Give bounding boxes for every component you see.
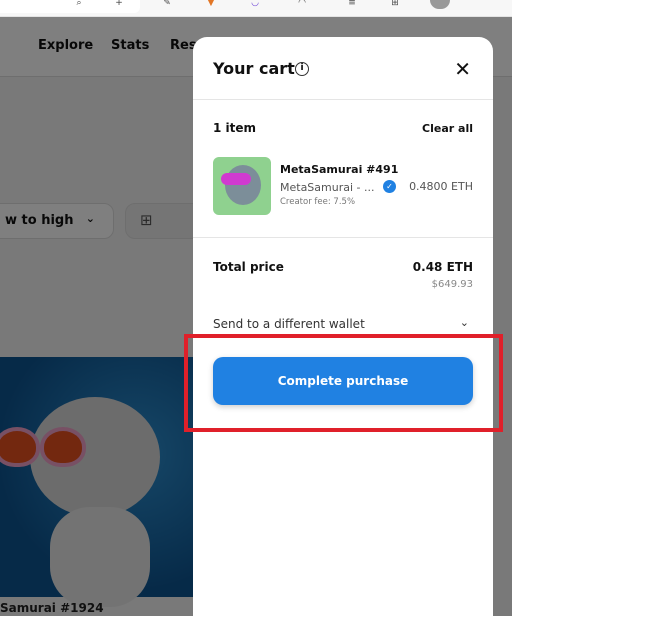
metamask-icon[interactable]: ▼ xyxy=(204,0,218,8)
info-icon[interactable]: i xyxy=(295,62,309,76)
highlight-box xyxy=(184,334,503,432)
search-icon[interactable]: ⌕ xyxy=(72,0,86,8)
browser-toolbar: ⌕ + ✎ ▼ ◡ ◠ ≡ ⊞ xyxy=(0,0,512,17)
item-collection: MetaSamurai - ... xyxy=(280,181,375,194)
total-price-eth: 0.48 ETH xyxy=(412,260,473,274)
extension-icon[interactable]: ✎ xyxy=(160,0,174,8)
total-price-usd: $649.93 xyxy=(431,279,473,290)
wallet-option-label: Send to a different wallet xyxy=(213,317,365,331)
item-thumbnail xyxy=(213,157,271,215)
add-tab-icon[interactable]: + xyxy=(112,0,126,8)
divider xyxy=(193,237,493,238)
chevron-down-icon: ⌄ xyxy=(459,316,469,329)
creator-fee: Creator fee: 7.5% xyxy=(280,197,356,207)
clear-all-button[interactable]: Clear all xyxy=(422,122,473,135)
collections-icon[interactable]: ⊞ xyxy=(388,0,402,8)
favorites-icon[interactable]: ≡ xyxy=(345,0,359,8)
profile-avatar[interactable] xyxy=(430,0,450,9)
item-name: MetaSamurai #491 xyxy=(280,163,399,176)
puzzle-icon[interactable]: ◠ xyxy=(295,0,309,8)
close-icon[interactable]: ✕ xyxy=(454,57,471,81)
verified-badge-icon: ✓ xyxy=(383,180,396,193)
item-price: 0.4800 ETH xyxy=(409,180,473,193)
circle-extension-icon[interactable]: ◡ xyxy=(248,0,262,8)
divider xyxy=(193,99,493,100)
send-to-different-wallet-toggle[interactable]: Send to a different wallet ⌄ xyxy=(213,316,473,331)
cart-title: Your cart xyxy=(213,59,295,78)
total-price-label: Total price xyxy=(213,260,284,274)
item-count: 1 item xyxy=(213,121,257,135)
